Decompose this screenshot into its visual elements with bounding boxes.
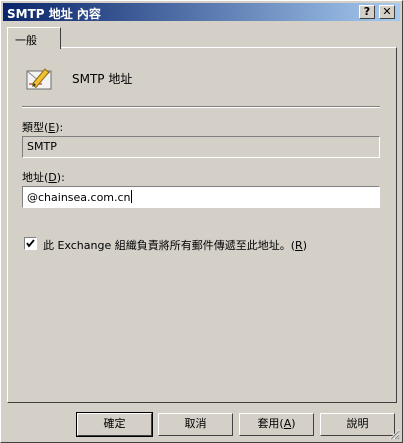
smtp-address-properties-dialog: SMTP 地址 內容 ? ✕ 一般 SMTP 地址 類型(E): SMTP 地址… — [0, 0, 403, 443]
address-value: @chainsea.com.cn — [27, 191, 131, 204]
deliver-mail-checkbox[interactable] — [24, 237, 37, 250]
separator — [22, 106, 380, 108]
address-input[interactable]: @chainsea.com.cn — [22, 186, 380, 208]
apply-button[interactable]: 套用(A) — [239, 413, 314, 436]
ok-button[interactable]: 確定 — [76, 412, 153, 437]
help-button[interactable]: 說明 — [320, 413, 395, 436]
type-label: 類型(E): — [22, 121, 64, 134]
tab-general[interactable]: 一般 — [7, 27, 61, 49]
edit-address-icon — [24, 62, 56, 94]
tab-general-label: 一般 — [15, 34, 37, 47]
close-title-button[interactable]: ✕ — [379, 5, 395, 19]
title-bar[interactable]: SMTP 地址 內容 ? ✕ — [3, 3, 400, 21]
cancel-button[interactable]: 取消 — [158, 413, 233, 436]
help-title-button[interactable]: ? — [359, 5, 375, 19]
deliver-mail-checkbox-label[interactable]: 此 Exchange 組織負責將所有郵件傳遞至此地址。(R) — [43, 237, 307, 253]
type-value: SMTP — [27, 140, 57, 153]
address-label: 地址(D): — [22, 171, 65, 184]
check-mark-icon — [26, 239, 35, 248]
address-type-heading: SMTP 地址 — [72, 72, 133, 86]
text-caret — [130, 190, 132, 203]
window-title: SMTP 地址 內容 — [7, 7, 101, 21]
type-field: SMTP — [22, 136, 380, 158]
general-tab-panel: SMTP 地址 類型(E): SMTP 地址(D): @chainsea.com… — [7, 47, 397, 403]
resize-grip-icon[interactable] — [388, 428, 400, 440]
